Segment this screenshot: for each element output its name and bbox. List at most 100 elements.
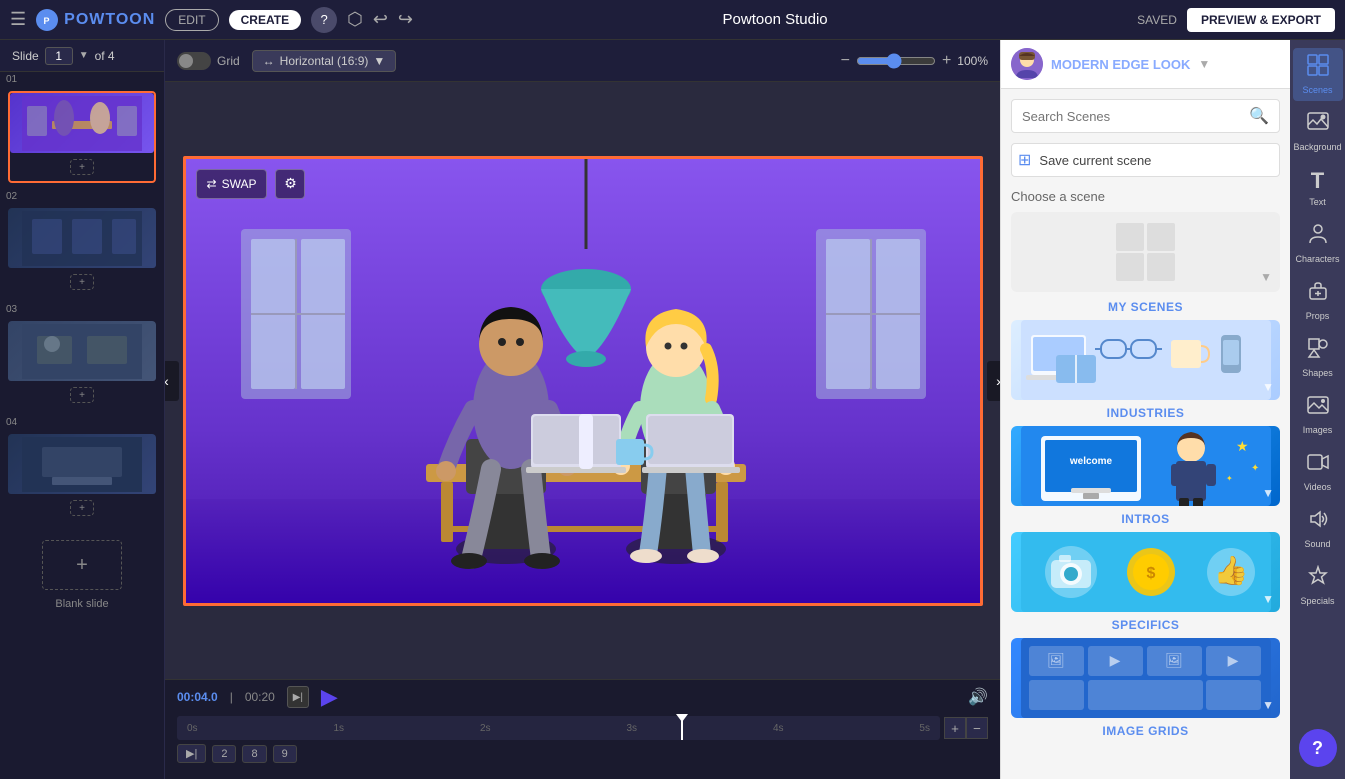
grid-label: Grid bbox=[217, 54, 240, 68]
slide-03-row: 03 + bbox=[0, 302, 164, 413]
industries-thumbnail[interactable]: ▼ bbox=[1011, 320, 1280, 400]
sidebar-item-props[interactable]: Props bbox=[1293, 274, 1343, 327]
timeline-zoom-out[interactable]: − bbox=[966, 717, 988, 739]
left-panel: Slide ▼ of 4 01 bbox=[0, 40, 165, 779]
preview-export-button[interactable]: PREVIEW & EXPORT bbox=[1187, 8, 1335, 32]
blank-slide-button[interactable]: + bbox=[42, 540, 122, 590]
settings-button[interactable]: ⚙ bbox=[275, 169, 305, 199]
canvas-nav-right[interactable]: › bbox=[987, 361, 1001, 401]
grid-toggle[interactable]: Grid bbox=[177, 52, 240, 70]
industries-chevron[interactable]: ▼ bbox=[1262, 380, 1274, 394]
zoom-value: 100% bbox=[957, 54, 988, 68]
choose-scene-label: Choose a scene bbox=[1011, 189, 1280, 204]
specifics-chevron[interactable]: ▼ bbox=[1262, 592, 1274, 606]
add-after-slide-01[interactable]: + bbox=[70, 159, 94, 175]
menu-icon[interactable]: ☰ bbox=[10, 9, 26, 30]
sidebar-item-specials[interactable]: Specials bbox=[1293, 559, 1343, 612]
image-grids-chevron[interactable]: ▼ bbox=[1262, 698, 1274, 712]
my-scenes-chevron[interactable]: ▼ bbox=[1260, 270, 1272, 284]
slide-03-thumb[interactable]: + bbox=[8, 321, 156, 409]
current-time: 00:04.0 bbox=[177, 690, 218, 704]
canvas-area: ‹ ⇄ SWAP ⚙ bbox=[165, 82, 1000, 679]
sidebar-help-button[interactable]: ? bbox=[1299, 729, 1337, 767]
profile-name: MODERN EDGE LOOK bbox=[1051, 57, 1190, 72]
sidebar-item-shapes[interactable]: Shapes bbox=[1293, 331, 1343, 384]
slide-04-img bbox=[8, 434, 156, 494]
zoom-slider[interactable] bbox=[856, 53, 936, 69]
timeline-zoom-in[interactable]: + bbox=[944, 717, 966, 739]
videos-label: Videos bbox=[1304, 482, 1331, 492]
timeline-btn-2[interactable]: 2 bbox=[212, 745, 236, 763]
swap-icon: ⇄ bbox=[207, 177, 217, 191]
profile-chevron[interactable]: ▼ bbox=[1198, 57, 1210, 71]
orientation-chevron: ▼ bbox=[373, 54, 385, 68]
slide-number-input[interactable] bbox=[45, 47, 73, 65]
play-button[interactable]: ▶ bbox=[321, 684, 338, 710]
slide-01-thumb[interactable]: + bbox=[8, 91, 156, 183]
undo-button[interactable]: ↩ bbox=[373, 9, 388, 30]
svg-text:★: ★ bbox=[1236, 438, 1249, 454]
slide-02-thumb[interactable]: + bbox=[8, 208, 156, 296]
canvas-frame: ⇄ SWAP ⚙ bbox=[183, 156, 983, 606]
sidebar-item-background[interactable]: Background bbox=[1293, 105, 1343, 158]
orientation-label: Horizontal (16:9) bbox=[280, 54, 369, 68]
timeline-controls: 00:04.0 | 00:20 ▶| ▶ 🔊 bbox=[165, 680, 1000, 714]
scene-svg bbox=[186, 159, 983, 606]
logo: P POWTOON bbox=[36, 9, 155, 31]
my-scenes-cell-4 bbox=[1147, 253, 1175, 281]
my-scenes-grid bbox=[1116, 223, 1176, 281]
search-input[interactable] bbox=[1022, 109, 1243, 124]
sidebar-item-videos[interactable]: Videos bbox=[1293, 445, 1343, 498]
swap-button[interactable]: ⇄ SWAP bbox=[196, 169, 268, 199]
redo-button[interactable]: ↪ bbox=[398, 9, 413, 30]
my-scenes-placeholder: ▼ bbox=[1011, 212, 1280, 292]
volume-button[interactable]: 🔊 bbox=[968, 687, 988, 707]
create-button[interactable]: CREATE bbox=[229, 10, 301, 30]
add-after-slide-04[interactable]: + bbox=[70, 500, 94, 516]
slide-01-img bbox=[10, 93, 154, 153]
grid-toggle-track[interactable] bbox=[177, 52, 211, 70]
ruler-mark-3: 3s bbox=[626, 723, 637, 734]
timeline-ruler: 0s 1s 2s 3s 4s 5s + − bbox=[165, 714, 1000, 742]
sidebar-item-characters[interactable]: Characters bbox=[1293, 217, 1343, 270]
slide-02-img bbox=[8, 208, 156, 268]
orientation-button[interactable]: ↔ Horizontal (16:9) ▼ bbox=[252, 50, 397, 72]
play-frame-button[interactable]: ▶| bbox=[287, 686, 309, 708]
intros-chevron[interactable]: ▼ bbox=[1262, 486, 1274, 500]
slide-of-label: of 4 bbox=[95, 49, 115, 63]
search-icon[interactable]: 🔍 bbox=[1249, 106, 1269, 126]
specifics-thumbnail[interactable]: $ 👍 ▼ bbox=[1011, 532, 1280, 612]
canvas-nav-left[interactable]: ‹ bbox=[165, 361, 179, 401]
intros-thumbnail[interactable]: welcome ★ ✦ bbox=[1011, 426, 1280, 506]
zoom-plus-button[interactable]: + bbox=[942, 52, 951, 70]
sidebar-item-sound[interactable]: Sound bbox=[1293, 502, 1343, 555]
timeline: 00:04.0 | 00:20 ▶| ▶ 🔊 0s 1s 2s 3s 4s 5s bbox=[165, 679, 1000, 779]
help-button[interactable]: ? bbox=[311, 7, 337, 33]
zoom-minus-button[interactable]: − bbox=[841, 52, 850, 70]
ruler-mark-5: 5s bbox=[919, 723, 930, 734]
slide-04-thumb[interactable]: + bbox=[8, 434, 156, 522]
blank-slide-area: + Blank slide bbox=[0, 528, 164, 622]
videos-icon bbox=[1307, 451, 1329, 479]
canvas-scene: ⇄ SWAP ⚙ bbox=[186, 159, 980, 603]
timeline-btn-frame[interactable]: ▶| bbox=[177, 744, 206, 763]
image-grids-thumbnail[interactable]: 🖼 ▶ 🖼 ▶ ▼ bbox=[1011, 638, 1280, 718]
timeline-btn-8[interactable]: 8 bbox=[242, 745, 266, 763]
add-after-slide-02[interactable]: + bbox=[70, 274, 94, 290]
industries-content bbox=[1011, 320, 1280, 400]
sidebar-item-text[interactable]: T Text bbox=[1293, 162, 1343, 213]
timeline-btn-9[interactable]: 9 bbox=[273, 745, 297, 763]
images-label: Images bbox=[1303, 425, 1333, 435]
sidebar-item-images[interactable]: Images bbox=[1293, 388, 1343, 441]
save-scene-row[interactable]: ⊞ Save current scene bbox=[1011, 143, 1280, 177]
my-scenes-cell-1 bbox=[1116, 223, 1144, 251]
ruler-track[interactable]: 0s 1s 2s 3s 4s 5s bbox=[177, 716, 940, 740]
scenes-search: 🔍 bbox=[1011, 99, 1280, 133]
slide-04-num: 04 bbox=[0, 415, 164, 430]
add-after-slide-03[interactable]: + bbox=[70, 387, 94, 403]
share-button[interactable]: ⬡ bbox=[347, 9, 363, 30]
zoom-control: − + 100% bbox=[841, 52, 988, 70]
sidebar-item-scenes[interactable]: Scenes bbox=[1293, 48, 1343, 101]
edit-button[interactable]: EDIT bbox=[165, 9, 218, 31]
slide-number-chevron[interactable]: ▼ bbox=[79, 50, 89, 61]
